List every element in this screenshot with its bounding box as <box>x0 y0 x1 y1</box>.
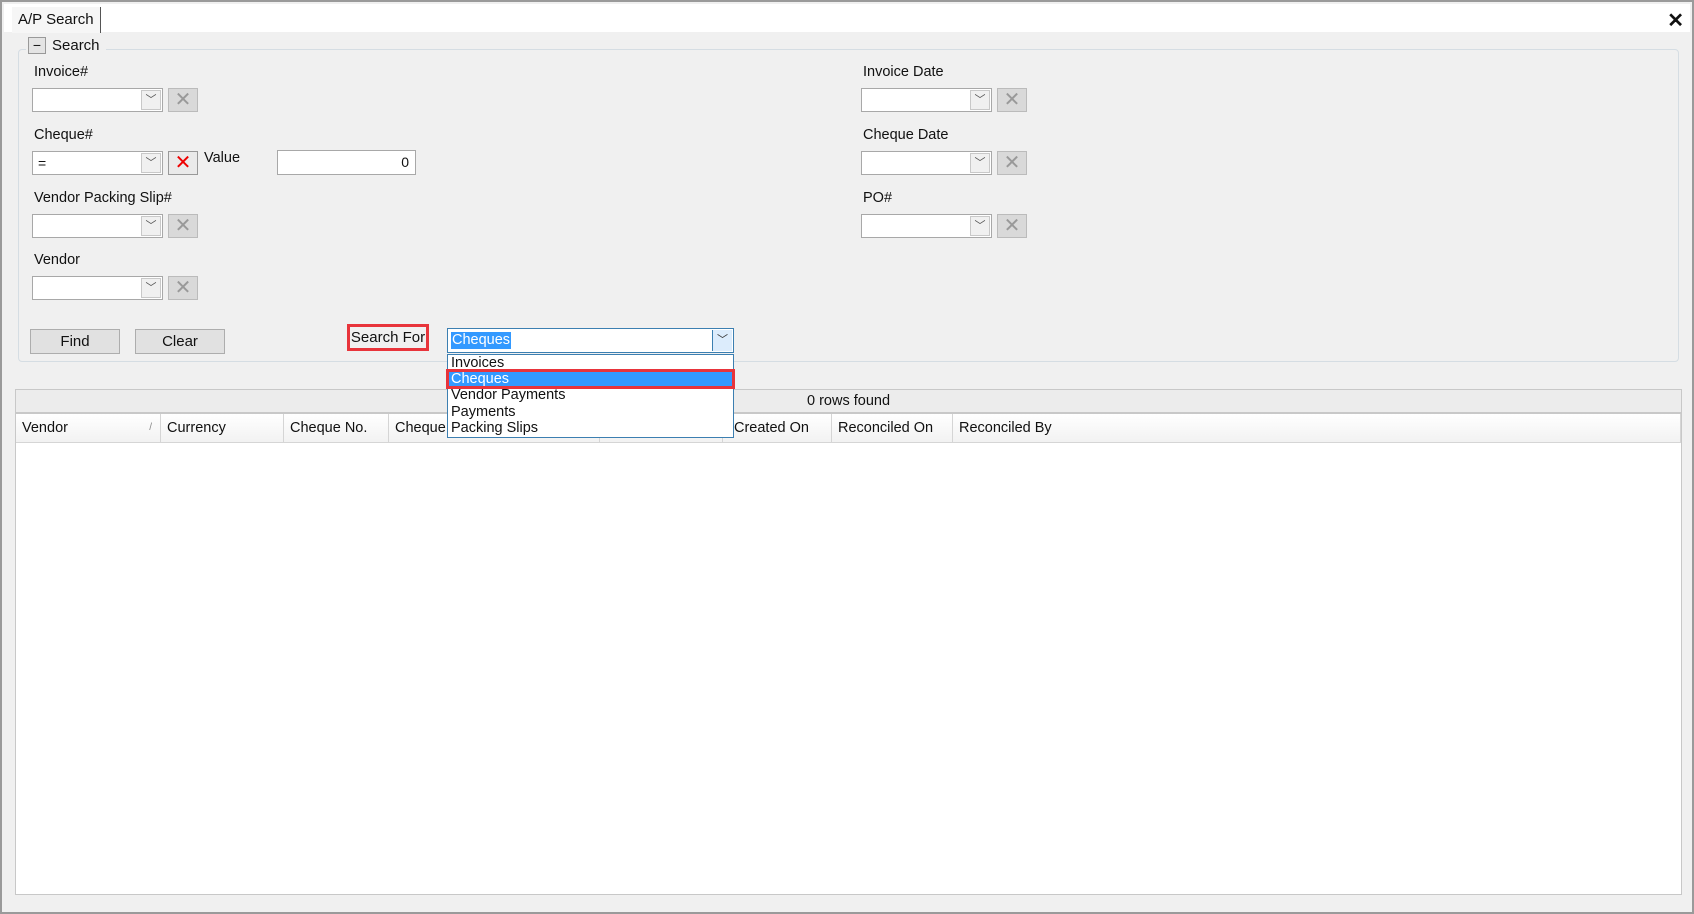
cheque-operator-combo[interactable]: = ﹀ <box>32 151 163 175</box>
rows-found-status: 0 rows found <box>15 389 1682 413</box>
chevron-down-icon[interactable]: ﹀ <box>141 153 161 173</box>
po-label: PO# <box>863 190 893 206</box>
invoice-date-label: Invoice Date <box>863 64 944 80</box>
search-group-header: − Search <box>26 37 106 54</box>
cheque-clear-button[interactable]: ✕ <box>168 151 198 175</box>
column-label: Vendor <box>22 420 68 436</box>
chevron-down-icon[interactable]: ﹀ <box>141 278 161 298</box>
ap-search-window: A/P Search ✕ − Search Invoice# ﹀ ✕ Chequ… <box>0 0 1694 914</box>
cheque-label: Cheque# <box>34 127 93 143</box>
column-header-created-on[interactable]: Created On <box>723 414 832 443</box>
option-invoices[interactable]: Invoices <box>448 355 733 371</box>
option-packing-slips[interactable]: Packing Slips <box>448 420 733 436</box>
vendor-label: Vendor <box>34 252 80 268</box>
close-icon[interactable]: ✕ <box>1667 8 1684 33</box>
invoice-date-clear-button[interactable]: ✕ <box>997 88 1027 112</box>
cheque-date-combo[interactable]: ﹀ <box>861 151 992 175</box>
invoice-combo[interactable]: ﹀ <box>32 88 163 112</box>
vendor-combo[interactable]: ﹀ <box>32 276 163 300</box>
search-group-title: Search <box>52 37 100 54</box>
column-header-vendor[interactable]: Vendor / <box>16 414 161 443</box>
search-for-dropdown-list[interactable]: Invoices Cheques Vendor Payments Payment… <box>446 354 735 438</box>
packing-slip-combo[interactable]: ﹀ <box>32 214 163 238</box>
chevron-down-icon[interactable]: ﹀ <box>712 330 732 351</box>
chevron-down-icon[interactable]: ﹀ <box>970 153 990 173</box>
value-label: Value <box>204 150 241 166</box>
cheque-value-input[interactable]: 0 <box>277 150 416 175</box>
chevron-down-icon[interactable]: ﹀ <box>141 90 161 110</box>
packing-slip-label: Vendor Packing Slip# <box>34 190 172 206</box>
find-button[interactable]: Find <box>30 329 120 354</box>
invoice-date-combo[interactable]: ﹀ <box>861 88 992 112</box>
po-combo[interactable]: ﹀ <box>861 214 992 238</box>
chevron-down-icon[interactable]: ﹀ <box>141 216 161 236</box>
invoice-clear-button[interactable]: ✕ <box>168 88 198 112</box>
invoice-label: Invoice# <box>34 64 89 80</box>
search-group <box>18 49 1679 362</box>
tab-ap-search[interactable]: A/P Search <box>12 7 101 33</box>
column-header-reconciled-on[interactable]: Reconciled On <box>832 414 953 443</box>
search-for-value: Cheques <box>451 332 512 349</box>
option-vendor-payments[interactable]: Vendor Payments <box>448 387 733 403</box>
search-for-combo[interactable]: Cheques ﹀ <box>447 328 734 353</box>
results-grid[interactable]: Vendor / Currency Cheque No. Cheque Creat… <box>15 413 1682 895</box>
minus-icon[interactable]: − <box>28 37 46 54</box>
cheque-date-clear-button[interactable]: ✕ <box>997 151 1027 175</box>
option-cheques[interactable]: Cheques <box>446 369 735 390</box>
sort-indicator-icon: / <box>149 422 152 433</box>
chevron-down-icon[interactable]: ﹀ <box>970 216 990 236</box>
cheque-operator: = <box>38 155 47 171</box>
option-payments[interactable]: Payments <box>448 404 733 420</box>
po-clear-button[interactable]: ✕ <box>997 214 1027 238</box>
column-header-currency[interactable]: Currency <box>161 414 284 443</box>
column-header-cheque-no[interactable]: Cheque No. <box>284 414 389 443</box>
clear-button[interactable]: Clear <box>135 329 225 354</box>
search-for-label: Search For <box>347 324 429 351</box>
tab-strip: A/P Search ✕ <box>4 4 1690 33</box>
column-header-reconciled-by[interactable]: Reconciled By <box>953 414 1681 443</box>
cheque-date-label: Cheque Date <box>863 127 949 143</box>
packing-slip-clear-button[interactable]: ✕ <box>168 214 198 238</box>
chevron-down-icon[interactable]: ﹀ <box>970 90 990 110</box>
vendor-clear-button[interactable]: ✕ <box>168 276 198 300</box>
